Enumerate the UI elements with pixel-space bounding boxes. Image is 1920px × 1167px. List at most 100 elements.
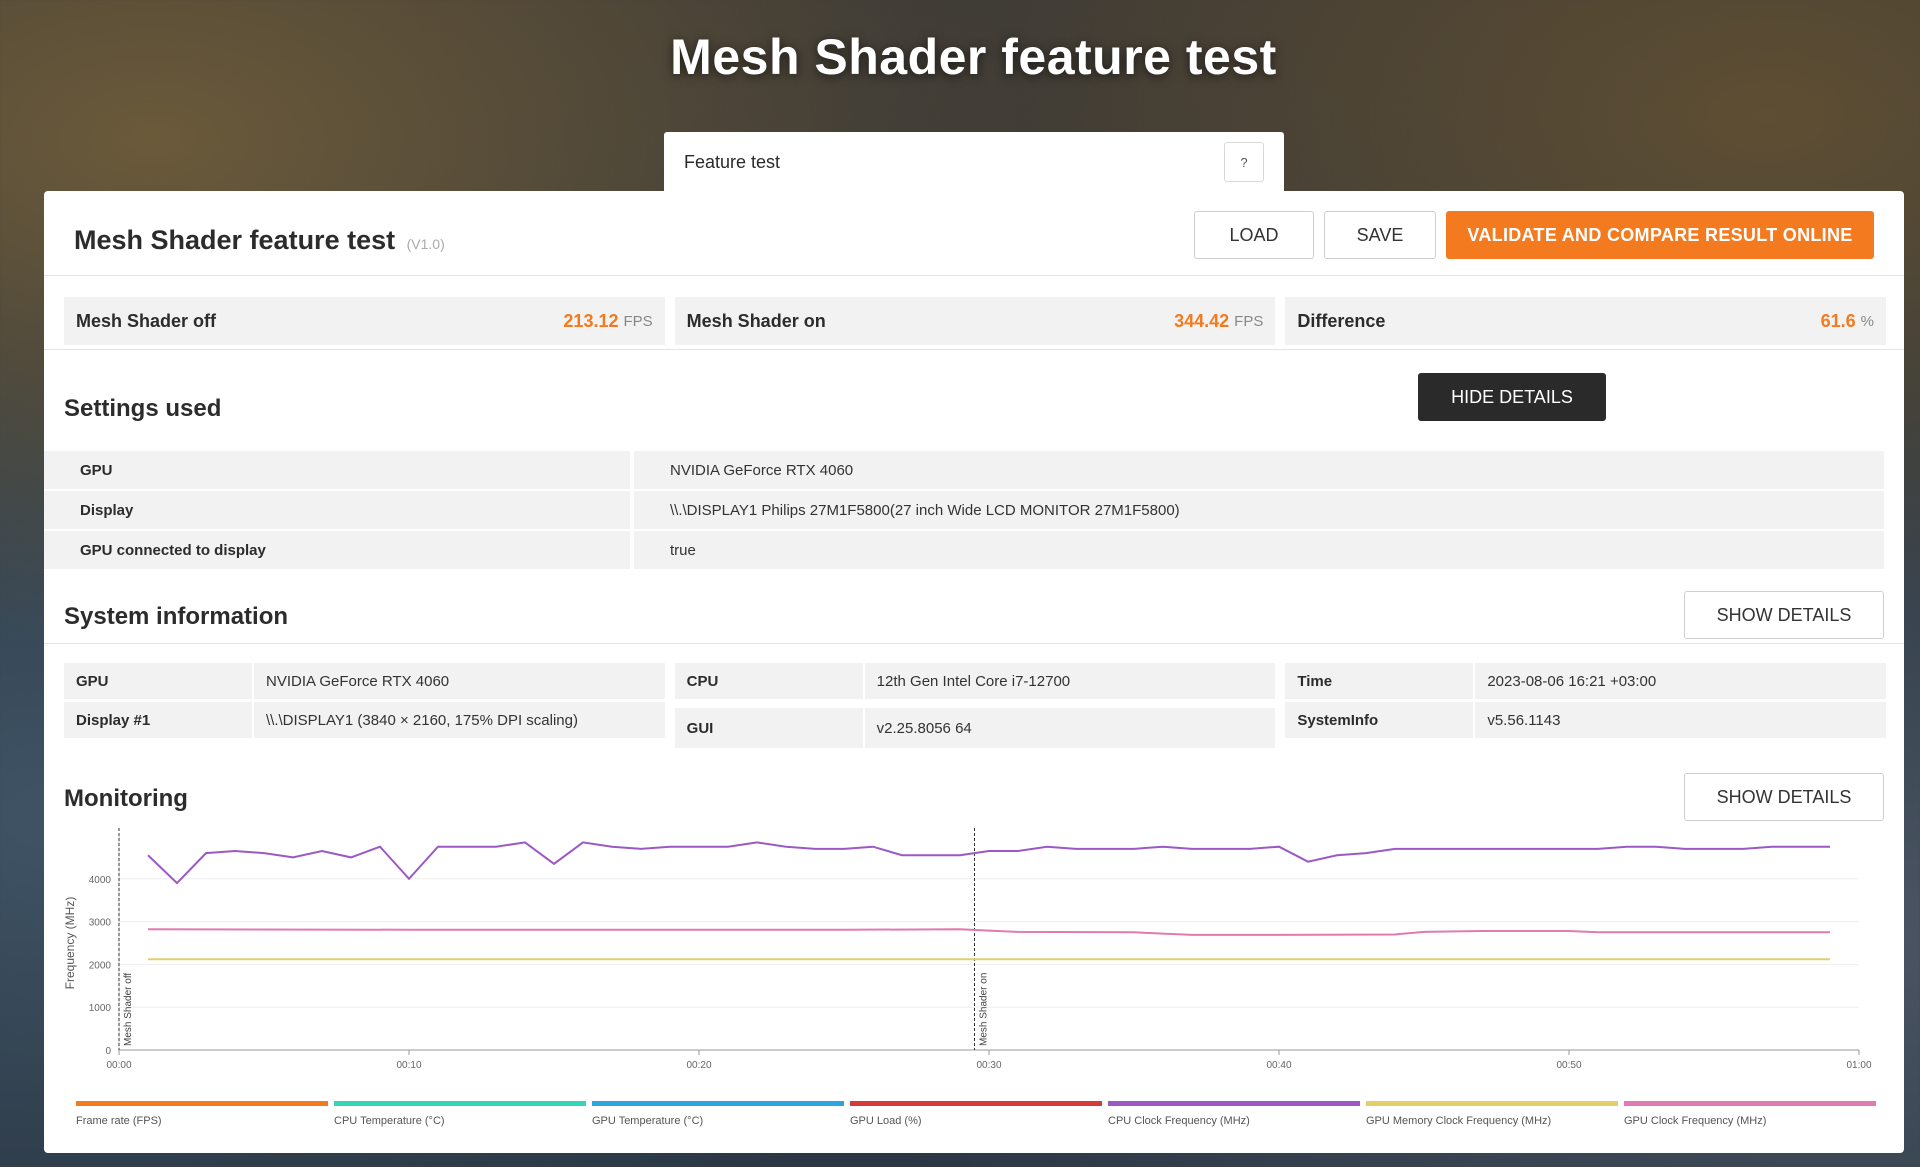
settings-value: NVIDIA GeForce RTX 4060 (634, 451, 1884, 489)
system-info-row: Display #1 \\.\DISPLAY1 (3840 × 2160, 17… (64, 702, 665, 738)
score-value: 61.6 (1820, 310, 1856, 331)
hide-details-button[interactable]: HIDE DETAILS (1418, 373, 1606, 421)
test-type-selector[interactable]: Feature test ? (664, 132, 1284, 192)
y-axis-label: Frequency (MHz) (63, 897, 77, 990)
validate-online-button[interactable]: VALIDATE AND COMPARE RESULT ONLINE (1446, 211, 1874, 259)
legend-swatch (1624, 1101, 1876, 1106)
y-tick-label: 4000 (89, 875, 112, 886)
legend-item[interactable]: Frame rate (FPS) (76, 1101, 328, 1127)
score-label: Mesh Shader off (76, 310, 217, 331)
legend-item[interactable]: GPU Memory Clock Frequency (MHz) (1366, 1101, 1618, 1127)
y-tick-label: 2000 (89, 960, 112, 971)
system-info-row: GUI v2.25.8056 64 (674, 708, 1276, 748)
series-line (147, 928, 1830, 936)
system-info-row: SystemInfo v5.56.1143 (1285, 702, 1887, 738)
x-tick-label: 00:00 (106, 1060, 131, 1071)
system-info-key: Time (1285, 663, 1474, 699)
settings-row: GPU NVIDIA GeForce RTX 4060 (44, 451, 1884, 489)
legend-swatch (592, 1101, 844, 1106)
results-panel: Mesh Shader feature test (V1.0) LOAD SAV… (44, 191, 1904, 1153)
legend-label: CPU Clock Frequency (MHz) (1108, 1115, 1250, 1127)
legend-swatch (1108, 1101, 1360, 1106)
monitoring-show-details-button[interactable]: SHOW DETAILS (1684, 773, 1884, 821)
system-info-value: \\.\DISPLAY1 (3840 × 2160, 175% DPI scal… (254, 702, 665, 738)
settings-row: GPU connected to display true (44, 531, 1884, 569)
score-label: Difference (1297, 310, 1386, 331)
test-name: Mesh Shader feature test (74, 225, 396, 255)
panel-title: Mesh Shader feature test (V1.0) (74, 225, 445, 256)
legend-item[interactable]: GPU Load (%) (850, 1101, 1102, 1127)
legend-item[interactable]: GPU Temperature (°C) (592, 1101, 844, 1127)
system-info-key: GPU (64, 663, 252, 699)
system-info-column: Time 2023-08-06 16:21 +03:00 SystemInfo … (1285, 663, 1887, 748)
settings-key: GPU connected to display (44, 531, 630, 569)
settings-value: \\.\DISPLAY1 Philips 27M1F5800(27 inch W… (634, 491, 1884, 529)
test-version: (V1.0) (406, 236, 445, 252)
legend-swatch (850, 1101, 1102, 1106)
settings-key: Display (44, 491, 630, 529)
score-mesh-shader-off: Mesh Shader off 213.12 FPS (64, 297, 665, 345)
score-unit: % (1860, 312, 1875, 330)
y-tick-label: 0 (105, 1046, 111, 1057)
save-button[interactable]: SAVE (1324, 211, 1436, 259)
legend-label: GPU Load (%) (850, 1115, 922, 1127)
settings-table: GPU NVIDIA GeForce RTX 4060 Display \\.\… (44, 451, 1884, 571)
system-info-key: SystemInfo (1285, 702, 1474, 738)
system-info-key: GUI (674, 708, 863, 748)
system-info-grid: GPU NVIDIA GeForce RTX 4060 Display #1 \… (64, 663, 1887, 748)
system-info-row: CPU 12th Gen Intel Core i7-12700 (674, 663, 1276, 699)
y-tick-label: 1000 (89, 1003, 112, 1014)
help-button[interactable]: ? (1224, 142, 1264, 182)
load-button[interactable]: LOAD (1194, 211, 1314, 259)
series-line (147, 841, 1830, 885)
legend-label: GPU Temperature (°C) (592, 1115, 704, 1127)
system-info-key: CPU (674, 663, 863, 699)
score-difference: Difference 61.6 % (1285, 297, 1887, 345)
divider (44, 643, 1904, 644)
legend-item[interactable]: CPU Temperature (°C) (334, 1101, 586, 1127)
legend-item[interactable]: CPU Clock Frequency (MHz) (1108, 1101, 1360, 1127)
score-unit: FPS (1234, 312, 1264, 330)
settings-value: true (634, 531, 1884, 569)
settings-title: Settings used (64, 395, 222, 422)
monitoring-title: Monitoring (64, 785, 188, 812)
system-info-value: 12th Gen Intel Core i7-12700 (864, 663, 1276, 699)
y-tick-label: 3000 (89, 918, 112, 929)
test-type-label: Feature test (684, 151, 781, 172)
settings-key: GPU (44, 451, 630, 489)
system-info-value: v2.25.8056 64 (864, 708, 1276, 748)
system-info-column: GPU NVIDIA GeForce RTX 4060 Display #1 \… (64, 663, 665, 748)
legend-item[interactable]: GPU Clock Frequency (MHz) (1624, 1101, 1876, 1127)
system-info-title: System information (64, 603, 289, 630)
panel-header: Mesh Shader feature test (V1.0) LOAD SAV… (44, 191, 1904, 276)
system-info-value: v5.56.1143 (1475, 702, 1887, 738)
system-info-key: Display #1 (64, 702, 252, 738)
legend-label: GPU Clock Frequency (MHz) (1624, 1115, 1767, 1127)
score-label: Mesh Shader on (686, 310, 826, 331)
system-info-column: CPU 12th Gen Intel Core i7-12700 GUI v2.… (674, 663, 1276, 748)
x-tick-label: 00:30 (976, 1060, 1001, 1071)
legend-label: CPU Temperature (°C) (334, 1115, 445, 1127)
x-tick-label: 00:20 (686, 1060, 711, 1071)
score-unit: FPS (623, 312, 653, 330)
score-value: 213.12 (563, 310, 619, 331)
score-value: 344.42 (1174, 310, 1230, 331)
system-info-row: Time 2023-08-06 16:21 +03:00 (1285, 663, 1887, 699)
system-info-value: NVIDIA GeForce RTX 4060 (254, 663, 665, 699)
x-tick-label: 00:40 (1266, 1060, 1291, 1071)
chart-legend: Frame rate (FPS) CPU Temperature (°C) GPU … (76, 1101, 1876, 1127)
score-mesh-shader-on: Mesh Shader on 344.42 FPS (674, 297, 1276, 345)
phase-marker-label: Mesh Shader off (123, 973, 134, 1046)
system-info-value: 2023-08-06 16:21 +03:00 (1475, 663, 1887, 699)
legend-swatch (76, 1101, 328, 1106)
x-tick-label: 00:50 (1556, 1060, 1581, 1071)
system-show-details-button[interactable]: SHOW DETAILS (1684, 591, 1884, 639)
phase-marker-label: Mesh Shader on (979, 973, 990, 1046)
x-tick-label: 01:00 (1846, 1060, 1871, 1071)
score-row: Mesh Shader off 213.12 FPS Mesh Shader o… (64, 297, 1887, 345)
legend-label: GPU Memory Clock Frequency (MHz) (1366, 1115, 1552, 1127)
settings-row: Display \\.\DISPLAY1 Philips 27M1F5800(2… (44, 491, 1884, 529)
legend-swatch (334, 1101, 586, 1106)
legend-swatch (1366, 1101, 1618, 1106)
legend-label: Frame rate (FPS) (76, 1115, 162, 1127)
